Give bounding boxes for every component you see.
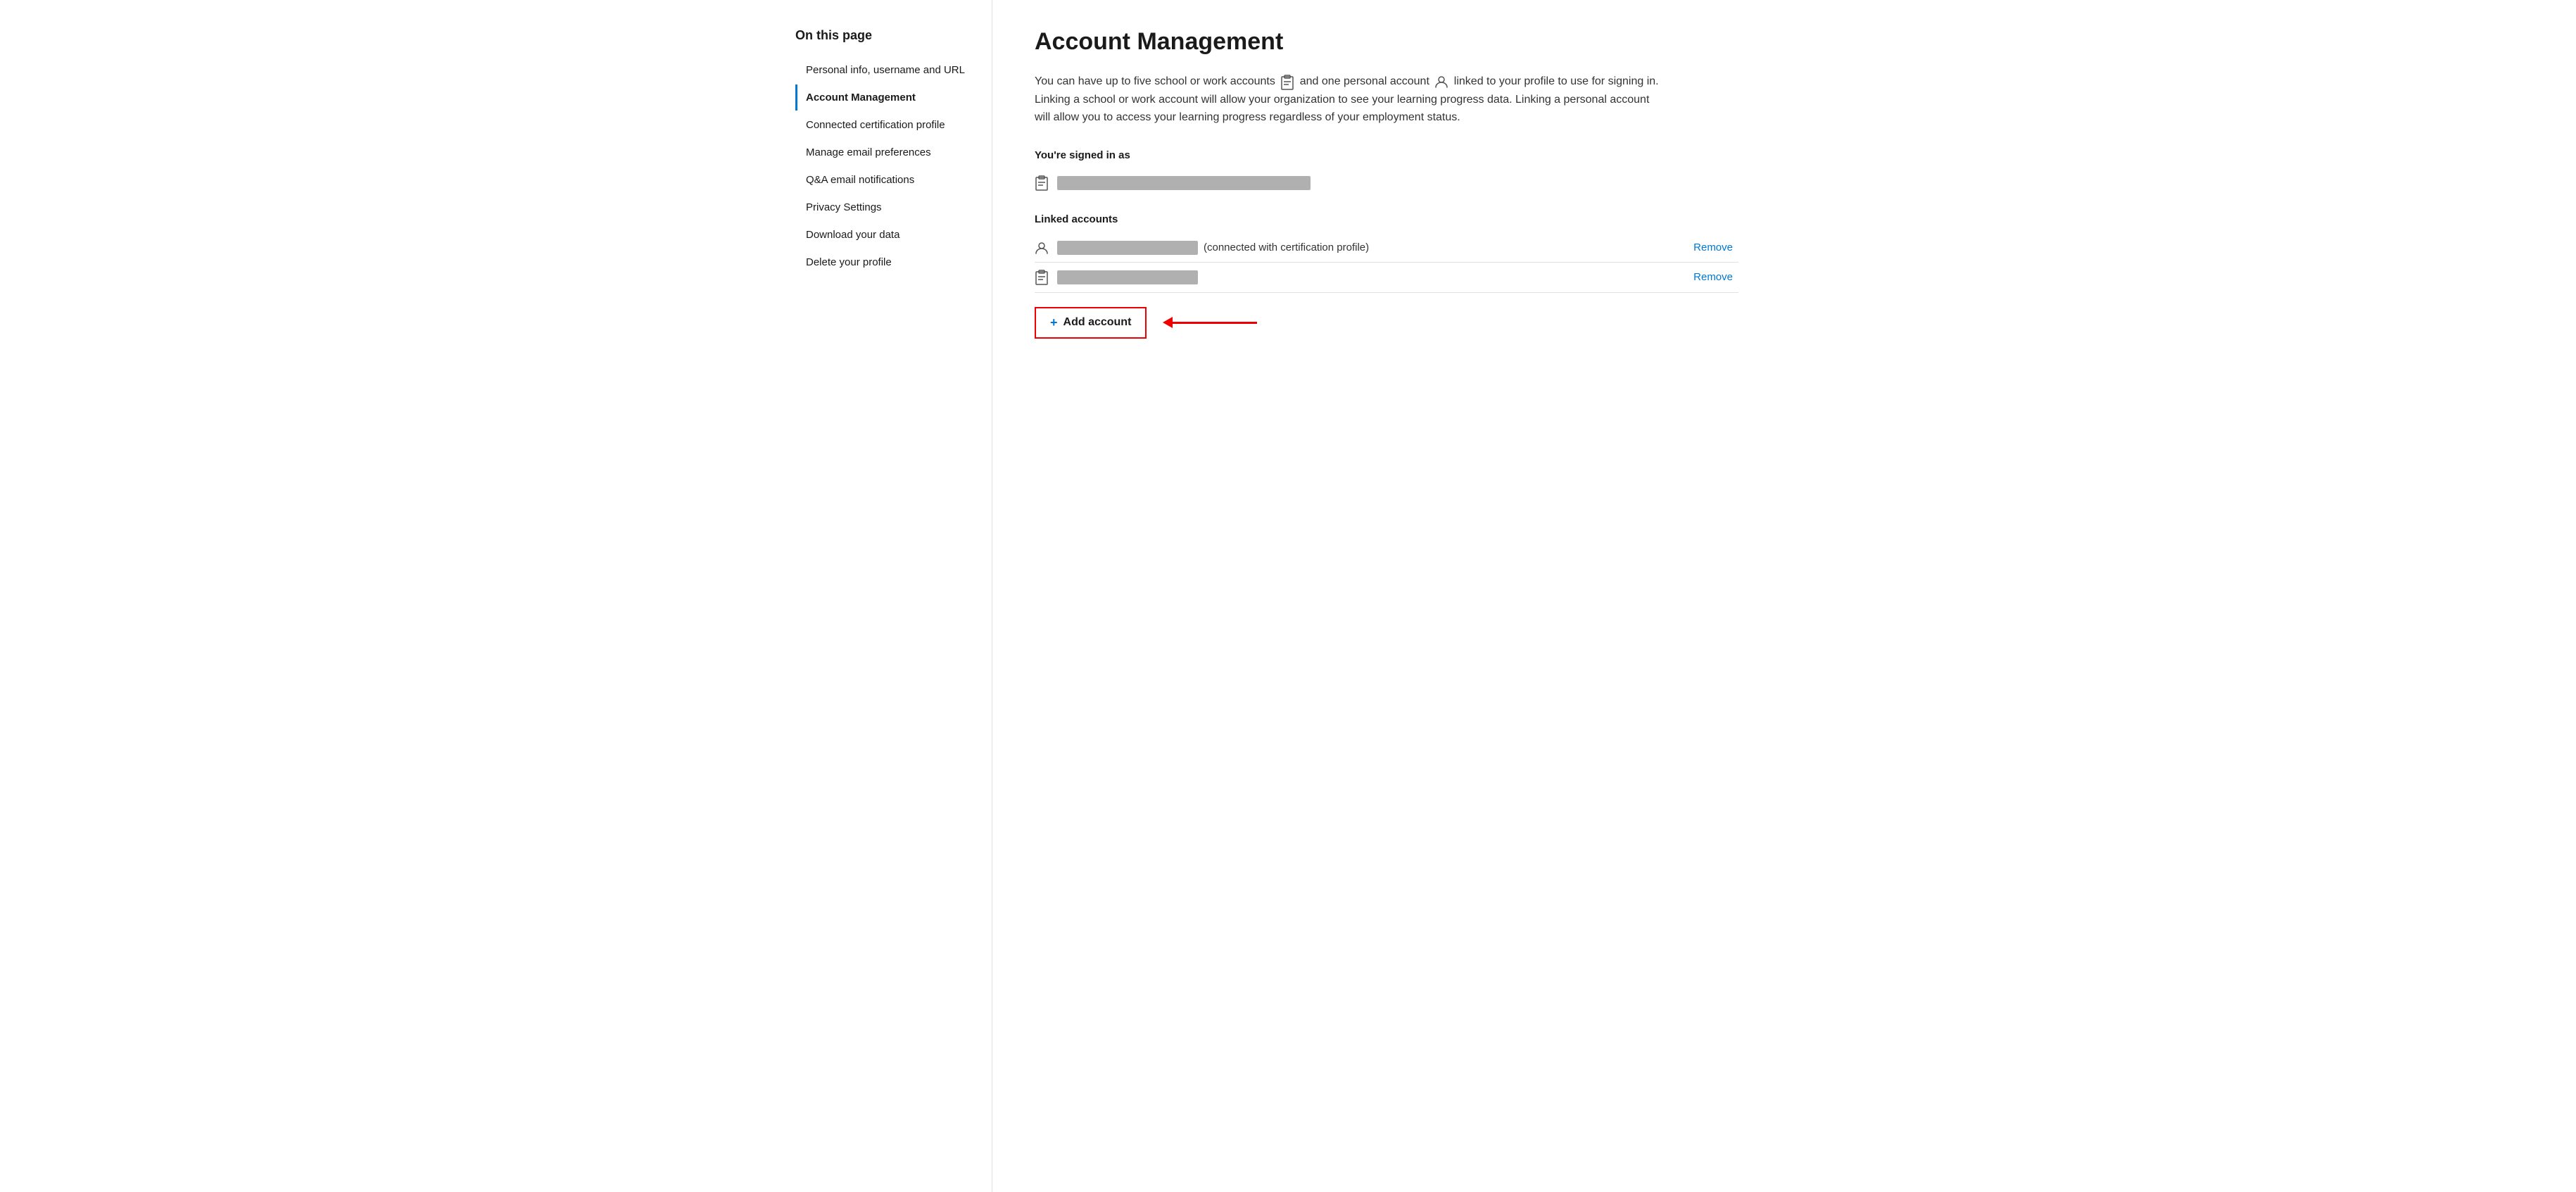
description-text: You can have up to five school or work a…: [1035, 73, 1668, 127]
page-title: Account Management: [1035, 28, 1738, 56]
arrow-line: [1173, 322, 1257, 324]
signed-in-label: You're signed in as: [1035, 149, 1738, 161]
add-account-container: + Add account: [1035, 307, 1738, 339]
plus-icon: +: [1050, 315, 1058, 330]
sidebar-item-download-data[interactable]: Download your data: [795, 222, 975, 248]
arrow-head: [1163, 317, 1173, 328]
linked-accounts-label: Linked accounts: [1035, 213, 1738, 225]
sidebar-item-privacy-settings[interactable]: Privacy Settings: [795, 194, 975, 220]
linked-account-email-redacted-2: [1057, 270, 1198, 284]
main-content: Account Management You can have up to fi…: [992, 0, 1781, 1192]
sidebar-item-delete-profile[interactable]: Delete your profile: [795, 249, 975, 275]
sidebar-heading: On this page: [795, 28, 975, 43]
remove-button-1[interactable]: Remove: [1688, 241, 1738, 253]
sidebar-item-manage-email[interactable]: Manage email preferences: [795, 139, 975, 165]
linked-personal-icon: [1035, 241, 1049, 255]
sidebar-item-account-management[interactable]: Account Management: [795, 84, 975, 111]
sidebar-item-connected-certification[interactable]: Connected certification profile: [795, 112, 975, 138]
linked-work-icon: [1035, 270, 1049, 285]
linked-account-row-1: (connected with certification profile) R…: [1035, 234, 1738, 263]
sidebar-item-qa-email[interactable]: Q&A email notifications: [795, 167, 975, 193]
linked-account-email-redacted-1: [1057, 241, 1198, 255]
sidebar: On this page Personal info, username and…: [795, 0, 992, 1192]
add-account-button[interactable]: + Add account: [1035, 307, 1147, 339]
sidebar-item-personal-info[interactable]: Personal info, username and URL: [795, 57, 975, 83]
linked-account-info-1: (connected with certification profile): [1057, 241, 1688, 255]
signed-in-email-redacted: [1057, 176, 1311, 190]
remove-button-2[interactable]: Remove: [1688, 271, 1738, 283]
work-account-icon: [1280, 75, 1294, 89]
linked-account-info-2: [1057, 270, 1688, 284]
cert-label: (connected with certification profile): [1204, 241, 1369, 253]
personal-account-icon: [1434, 75, 1448, 89]
signed-in-work-icon: [1035, 175, 1049, 191]
linked-accounts-section: Linked accounts (connected with certific…: [1035, 213, 1738, 293]
linked-account-row-2: Remove: [1035, 263, 1738, 293]
arrow-indicator: [1163, 317, 1257, 328]
signed-in-row: [1035, 170, 1738, 196]
